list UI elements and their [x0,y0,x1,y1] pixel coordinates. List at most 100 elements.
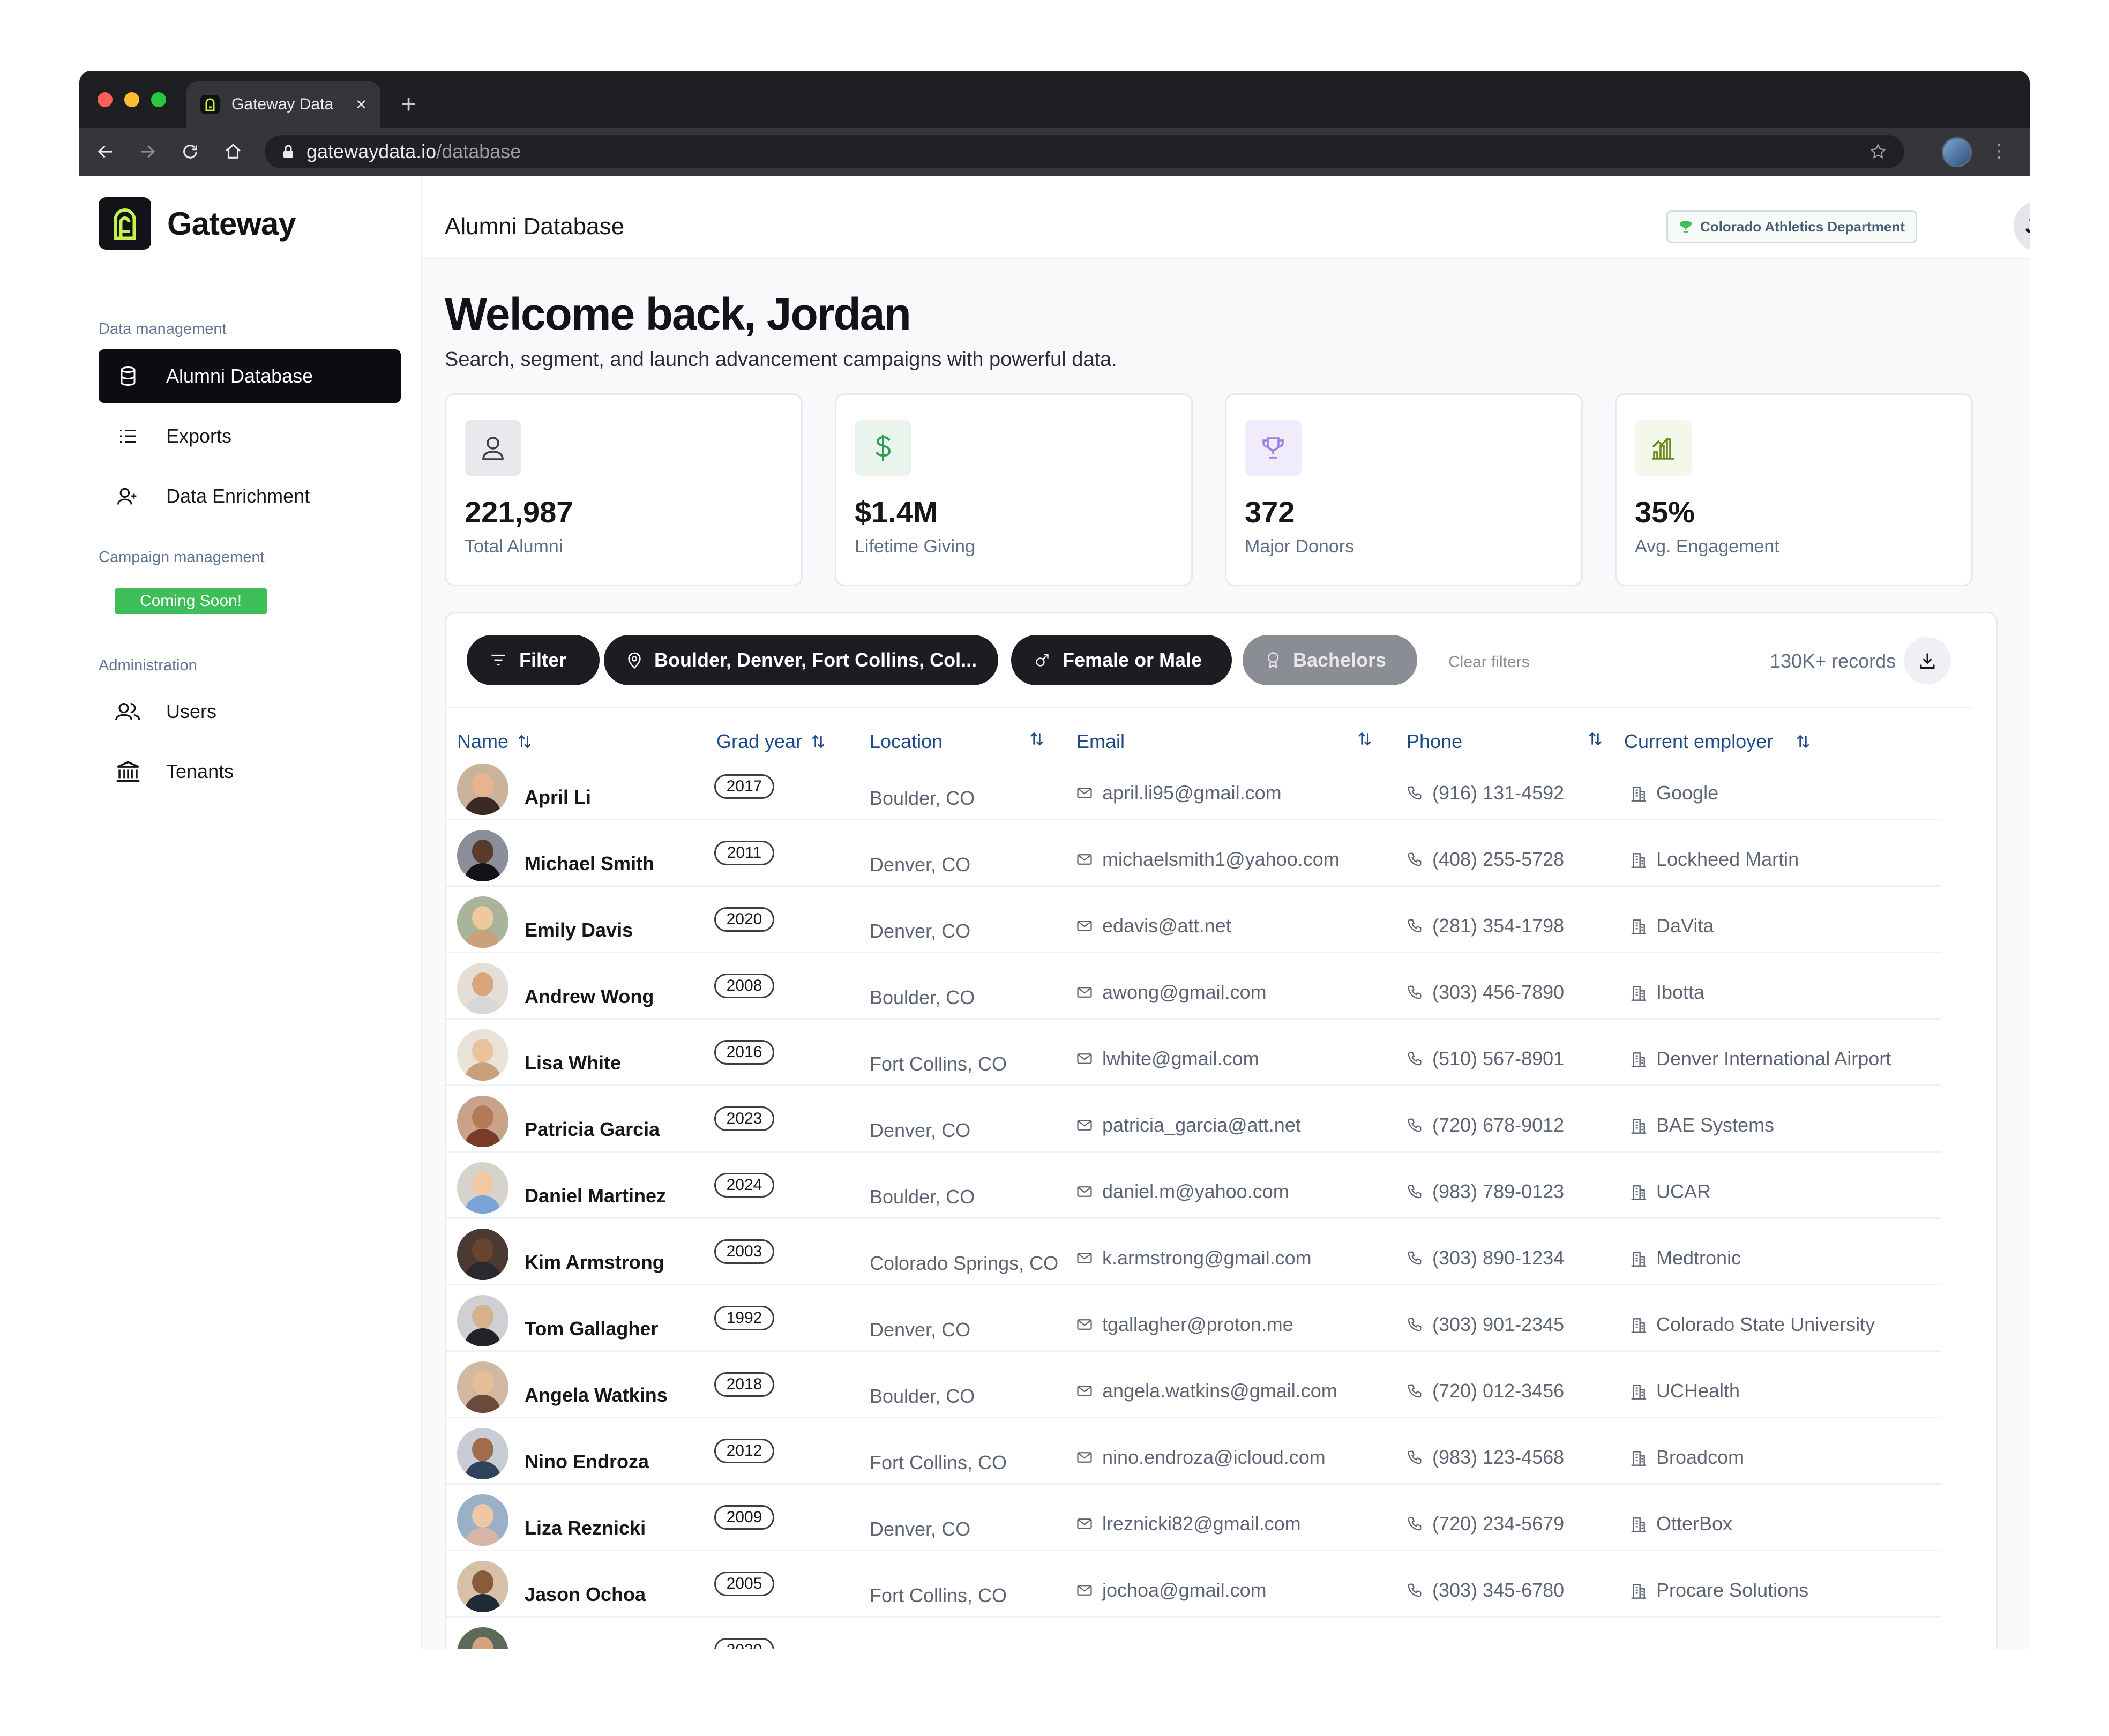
alumni-phone[interactable]: (303) 456-7890 [1407,981,1564,1004]
degree-filter-chip[interactable]: Bachelors [1243,635,1417,685]
brand[interactable]: Gateway [99,197,296,250]
user-avatar[interactable]: JM [2014,200,2030,252]
table-row[interactable]: Sophie Moore2020Denver, COsophiemoore@ic… [446,1618,1941,1649]
alumni-phone[interactable]: (720) 012-3456 [1407,1380,1564,1402]
column-header-current-employer[interactable]: Current employer [1624,730,1812,753]
table-row[interactable]: Tom Gallagher 1992 Denver, CO tgallagher@pr… [446,1285,1941,1352]
sort-icon[interactable] [1356,730,1373,747]
table-row[interactable]: Nino Endroza 2012 Fort Collins, CO nino.end… [446,1418,1941,1485]
address-bar[interactable]: gatewaydata.io /database [265,135,1904,168]
alumni-email[interactable]: edavis@att.net [1076,915,1231,937]
column-header-phone[interactable]: Phone [1407,730,1462,753]
close-window-button[interactable] [98,92,113,107]
alumni-email[interactable]: tgallagher@proton.me [1076,1313,1293,1336]
reload-icon[interactable] [177,138,204,165]
alumni-phone[interactable]: (983) 123-4568 [1407,1446,1564,1469]
alumni-avatar [457,1561,508,1612]
column-header-location[interactable]: Location [870,730,943,753]
alumni-phone[interactable]: (983) 789-0123 [1407,1180,1564,1203]
table-row[interactable]: Daniel Martinez 2024 Boulder, CO daniel.m@y… [446,1153,1941,1219]
table-row[interactable]: Angela Watkins 2018 Boulder, CO angela.watk… [446,1352,1941,1418]
email-text: edavis@att.net [1102,915,1231,937]
alumni-name[interactable]: Nino Endroza [525,1450,649,1473]
browser-menu-icon[interactable]: ⋮ [1990,140,2008,162]
table-row[interactable]: Andrew Wong 2008 Boulder, CO awong@gmail.co… [446,953,1941,1020]
home-icon[interactable] [220,138,246,165]
location-filter-chip[interactable]: Boulder, Denver, Fort Collins, Col... [604,635,998,685]
alumni-email[interactable]: angela.watkins@gmail.com [1076,1380,1337,1402]
alumni-name[interactable]: Daniel Martinez [525,1185,666,1207]
sidebar-item-alumni-database[interactable]: Alumni Database [99,349,401,403]
table-row[interactable]: Jason Ochoa 2005 Fort Collins, CO jochoa@gm… [446,1551,1941,1618]
alumni-phone[interactable]: (720) 678-9012 [1407,1114,1564,1136]
alumni-email[interactable]: k.armstrong@gmail.com [1076,1247,1312,1269]
alumni-phone[interactable]: (408) 255-5728 [1407,848,1564,871]
alumni-email[interactable]: michaelsmith1@yahoo.com [1076,848,1340,871]
alumni-email[interactable]: jochoa@gmail.com [1076,1579,1267,1602]
alumni-phone[interactable]: (303) 890-1234 [1407,1247,1564,1269]
download-button[interactable] [1904,637,1951,684]
table-row[interactable]: Lisa White 2016 Fort Collins, CO lwhite@gma… [446,1020,1941,1086]
alumni-email[interactable]: april.li95@gmail.com [1076,782,1282,804]
gender-filter-chip[interactable]: Female or Male [1011,635,1232,685]
alumni-email[interactable]: sophiemoore@icloud.com [1076,1645,1326,1649]
alumni-name[interactable]: Kim Armstrong [525,1251,664,1274]
alumni-name[interactable]: Lisa White [525,1052,621,1074]
alumni-phone[interactable]: (281) 354-1798 [1407,915,1564,937]
column-header-name[interactable]: Name [457,730,533,753]
filter-button[interactable]: Filter [467,635,600,685]
alumni-phone[interactable]: (303) 345-6780 [1407,1579,1564,1602]
sidebar-item-tenants[interactable]: Tenants [99,745,401,798]
profile-avatar[interactable] [1942,137,1972,167]
alumni-phone[interactable]: (720) 456-7891 [1407,1645,1564,1649]
alumni-table-panel: Filter Boulder, Denver, Fort Collins, Co… [445,612,1998,1649]
sidebar-item-exports[interactable]: Exports [99,409,401,463]
alumni-name[interactable]: Jason Ochoa [525,1583,646,1606]
sidebar-item-label: Tenants [166,760,234,782]
alumni-name[interactable]: Michael Smith [525,852,654,875]
sidebar-item-data-enrichment[interactable]: Data Enrichment [99,469,401,523]
alumni-phone[interactable]: (720) 234-5679 [1407,1513,1564,1535]
sort-icon[interactable] [516,733,533,750]
back-arrow-icon[interactable] [92,138,119,165]
bookmark-star-icon[interactable] [1869,143,1887,161]
building-icon [1631,851,1647,868]
alumni-phone[interactable]: (510) 567-8901 [1407,1047,1564,1070]
table-row[interactable]: Emily Davis 2020 Denver, CO edavis@att.net (… [446,887,1941,953]
sort-icon[interactable] [1587,730,1604,747]
alumni-name[interactable]: Patricia Garcia [525,1118,660,1141]
table-row[interactable]: Liza Reznicki 2009 Denver, CO lreznicki82@g… [446,1485,1941,1551]
minimize-window-button[interactable] [124,92,139,107]
new-tab-button[interactable]: + [401,88,416,120]
tab-close-icon[interactable]: × [356,94,367,115]
alumni-name[interactable]: Liza Reznicki [525,1517,646,1539]
sort-icon[interactable] [1028,730,1045,747]
alumni-email[interactable]: daniel.m@yahoo.com [1076,1180,1289,1203]
alumni-email[interactable]: nino.endroza@icloud.com [1076,1446,1326,1469]
alumni-phone[interactable]: (916) 131-4592 [1407,782,1564,804]
organization-badge[interactable]: Colorado Athletics Department [1666,210,1917,243]
alumni-name[interactable]: Emily Davis [525,919,633,941]
table-row[interactable]: Michael Smith 2011 Denver, CO michaelsmith1… [446,820,1941,887]
alumni-email[interactable]: awong@gmail.com [1076,981,1267,1004]
alumni-email[interactable]: lreznicki82@gmail.com [1076,1513,1301,1535]
alumni-name[interactable]: April Li [525,786,591,809]
sort-icon[interactable] [1794,733,1812,750]
forward-arrow-icon[interactable] [134,138,161,165]
alumni-name[interactable]: Andrew Wong [525,985,654,1008]
sort-icon[interactable] [810,733,827,750]
column-header-email[interactable]: Email [1076,730,1125,753]
alumni-email[interactable]: lwhite@gmail.com [1076,1047,1259,1070]
alumni-name[interactable]: Angela Watkins [525,1384,668,1406]
table-row[interactable]: April Li 2017 Boulder, CO april.li95@gmail.… [446,754,1941,820]
sidebar-item-users[interactable]: Users [99,685,401,738]
alumni-phone[interactable]: (303) 901-2345 [1407,1313,1564,1336]
alumni-name[interactable]: Tom Gallagher [525,1318,658,1340]
maximize-window-button[interactable] [151,92,166,107]
column-header-grad-year[interactable]: Grad year [716,730,827,753]
alumni-email[interactable]: patricia_garcia@att.net [1076,1114,1301,1136]
table-row[interactable]: Kim Armstrong 2003 Colorado Springs, CO k.a… [446,1219,1941,1285]
clear-filters-link[interactable]: Clear filters [1448,653,1530,671]
browser-tab[interactable]: Gateway Data × [186,81,380,128]
table-row[interactable]: Patricia Garcia 2023 Denver, CO patricia_ga… [446,1086,1941,1153]
